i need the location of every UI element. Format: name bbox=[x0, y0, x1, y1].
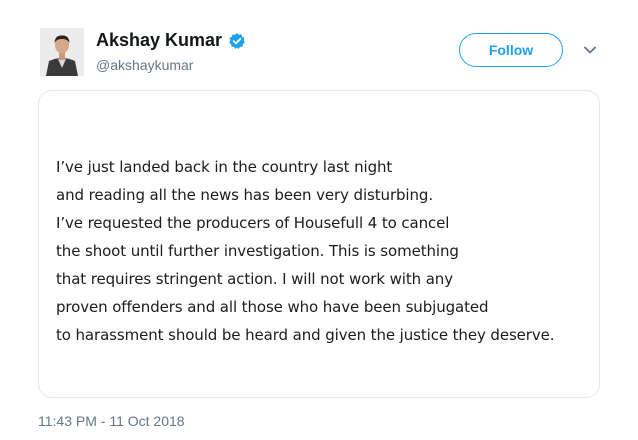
statement-image[interactable]: I’ve just landed back in the country las… bbox=[38, 90, 600, 398]
statement-line: proven offenders and all those who have … bbox=[56, 298, 489, 316]
follow-button[interactable]: Follow bbox=[459, 33, 563, 67]
avatar-photo bbox=[40, 28, 84, 76]
tweet-timestamp[interactable]: 11:43 PM - 11 Oct 2018 bbox=[38, 413, 185, 429]
author-name-row: Akshay Kumar bbox=[96, 30, 246, 51]
statement-line: I’ve just landed back in the country las… bbox=[56, 158, 393, 176]
tweet-header: Akshay Kumar @akshaykumar Follow bbox=[0, 0, 638, 90]
author-handle[interactable]: @akshaykumar bbox=[96, 57, 193, 73]
statement-line: to harassment should be heard and given … bbox=[56, 326, 555, 344]
statement-line: that requires stringent action. I will n… bbox=[56, 270, 453, 288]
statement-line: the shoot until further investigation. T… bbox=[56, 242, 459, 260]
statement-line: and reading all the news has been very d… bbox=[56, 186, 433, 204]
statement-text: I’ve just landed back in the country las… bbox=[56, 153, 555, 349]
chevron-down-icon[interactable] bbox=[582, 44, 598, 56]
avatar[interactable] bbox=[40, 28, 84, 76]
statement-line: I’ve requested the producers of Houseful… bbox=[56, 214, 450, 232]
author-display-name[interactable]: Akshay Kumar bbox=[96, 30, 222, 51]
verified-badge-icon bbox=[229, 32, 245, 49]
